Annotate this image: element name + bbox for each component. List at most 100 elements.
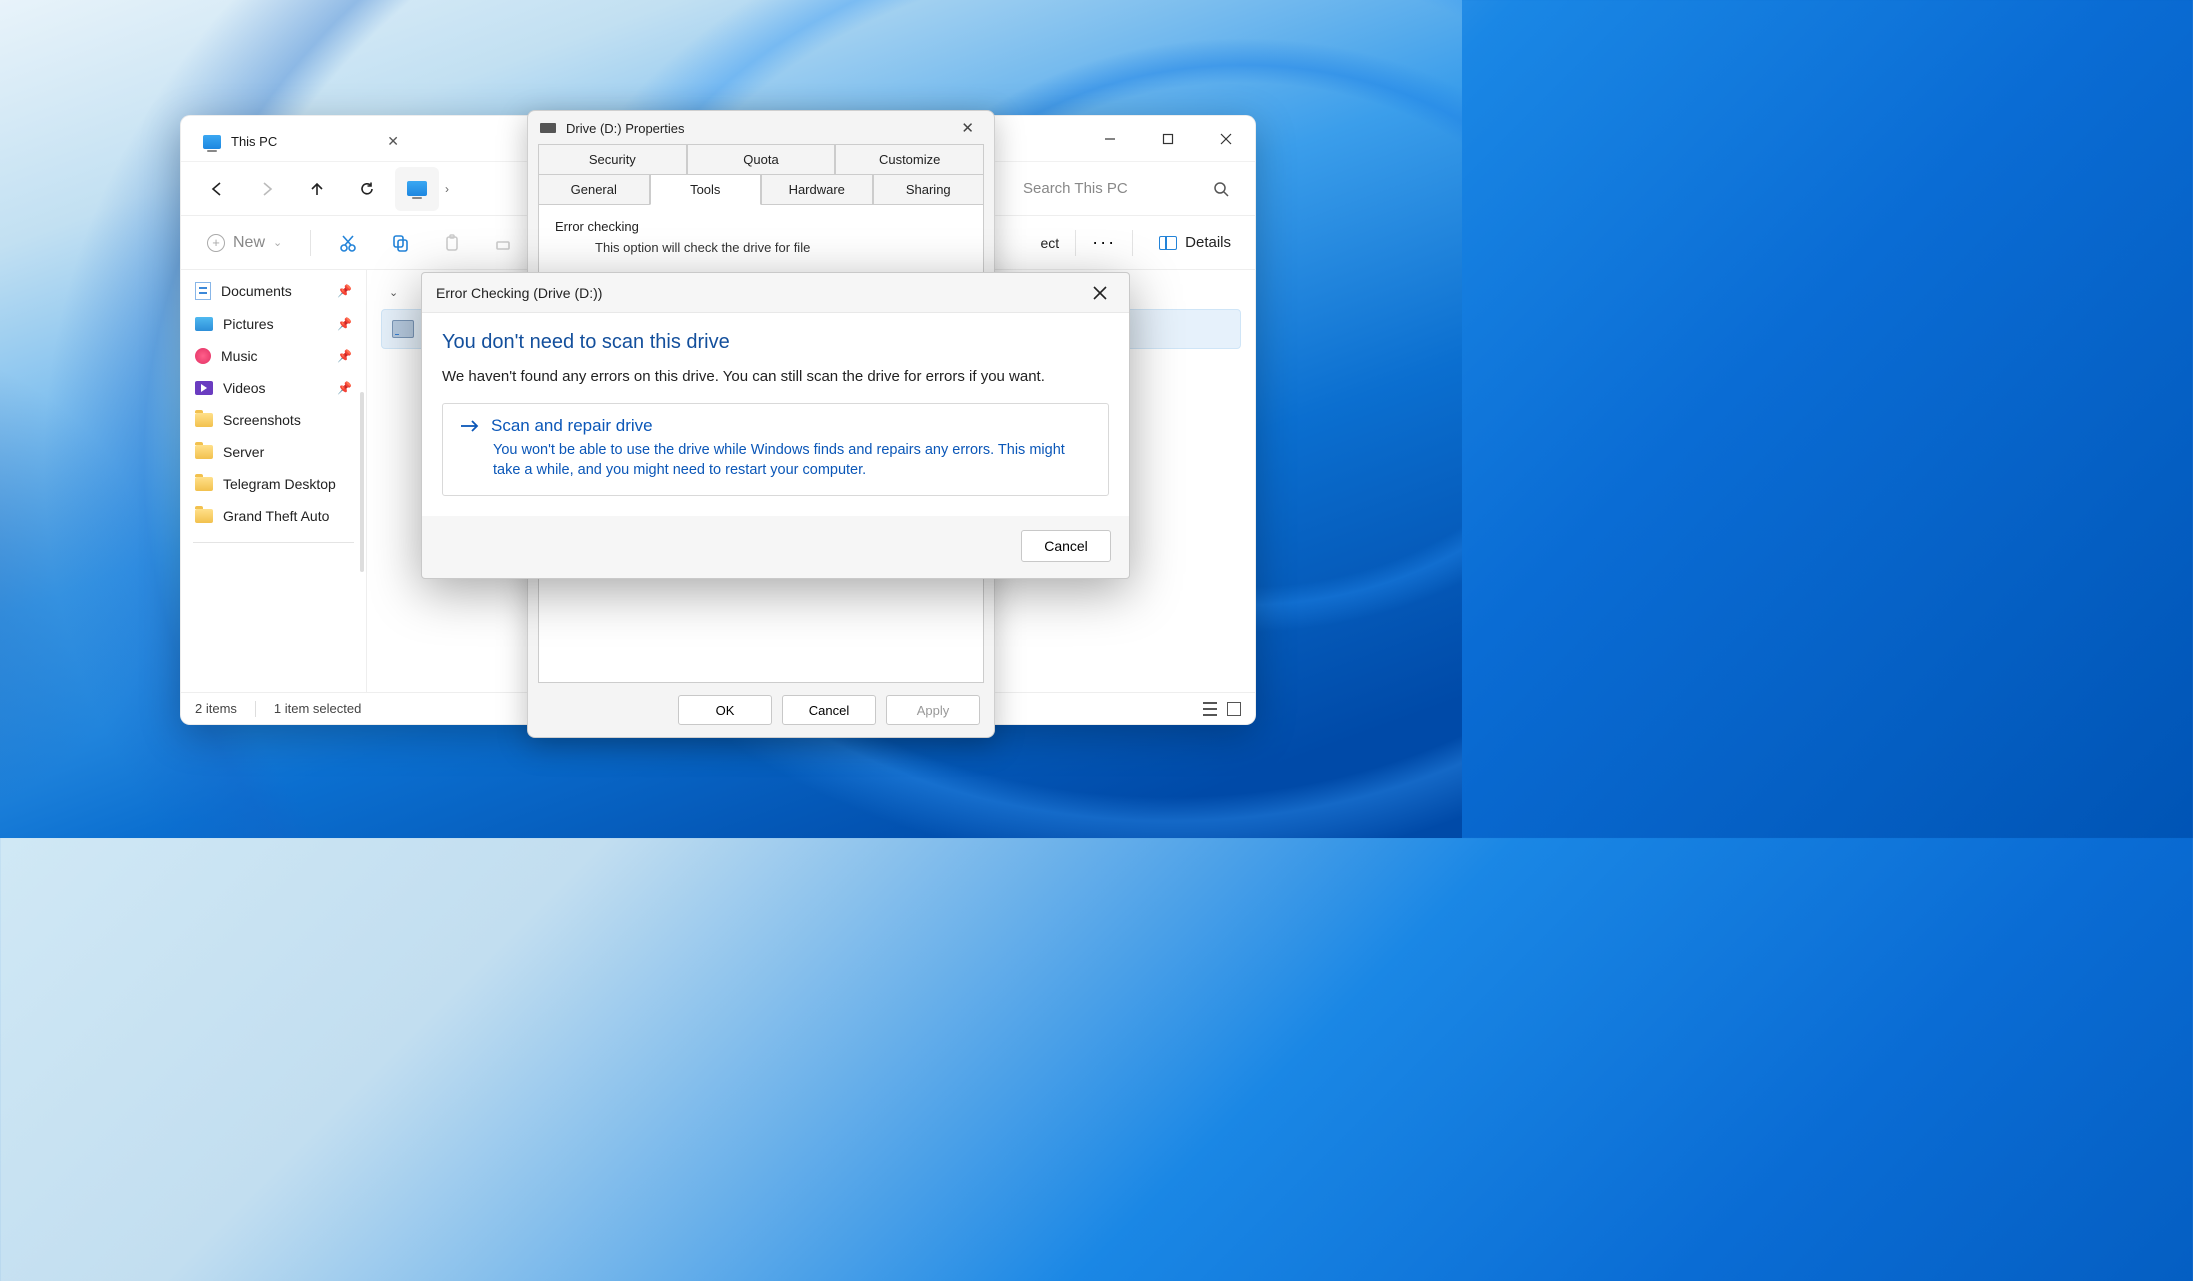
properties-ok-button[interactable]: OK bbox=[678, 695, 772, 725]
sidebar-item-label: Grand Theft Auto bbox=[223, 508, 329, 524]
pin-icon: 📌 bbox=[337, 349, 352, 363]
error-checking-section-title: Error checking bbox=[555, 219, 967, 234]
error-dialog-close-button[interactable] bbox=[1085, 282, 1115, 304]
eject-button[interactable]: ect bbox=[1040, 235, 1059, 251]
tab-security[interactable]: Security bbox=[538, 144, 687, 175]
new-button[interactable]: + New ⌄ bbox=[195, 228, 294, 258]
icons-view-button[interactable] bbox=[1227, 702, 1241, 716]
forward-button[interactable] bbox=[245, 167, 289, 211]
plus-circle-icon: + bbox=[207, 234, 225, 252]
arrow-right-icon bbox=[459, 418, 481, 434]
details-pane-icon bbox=[1159, 236, 1177, 250]
search-placeholder: Search This PC bbox=[1023, 180, 1128, 197]
explorer-tab[interactable]: This PC ✕ bbox=[199, 126, 415, 158]
sidebar-item-videos[interactable]: Videos 📌 bbox=[181, 372, 366, 404]
tab-close-button[interactable]: ✕ bbox=[387, 133, 399, 150]
view-mode-controls bbox=[1203, 702, 1241, 716]
copy-button[interactable] bbox=[379, 222, 421, 264]
sidebar-item-label: Music bbox=[221, 348, 258, 364]
error-checking-dialog: Error Checking (Drive (D:)) You don't ne… bbox=[421, 272, 1130, 579]
refresh-button[interactable] bbox=[345, 167, 389, 211]
window-controls bbox=[1081, 116, 1255, 162]
tab-quota[interactable]: Quota bbox=[687, 144, 836, 175]
up-button[interactable] bbox=[295, 167, 339, 211]
chevron-right-icon[interactable]: › bbox=[445, 182, 449, 196]
cut-button[interactable] bbox=[327, 222, 369, 264]
error-dialog-titlebar: Error Checking (Drive (D:)) bbox=[422, 273, 1129, 313]
drive-icon bbox=[392, 320, 414, 338]
properties-title: Drive (D:) Properties bbox=[566, 121, 684, 136]
pin-icon: 📌 bbox=[337, 381, 352, 395]
minimize-button[interactable] bbox=[1081, 116, 1139, 162]
sidebar-item-server[interactable]: Server bbox=[181, 436, 366, 468]
search-icon[interactable] bbox=[1213, 181, 1229, 197]
chevron-down-icon: ⌄ bbox=[273, 236, 282, 249]
error-dialog-cancel-button[interactable]: Cancel bbox=[1021, 530, 1111, 562]
chevron-down-icon: ⌄ bbox=[389, 286, 398, 299]
tab-sharing[interactable]: Sharing bbox=[873, 174, 985, 205]
properties-close-button[interactable]: ✕ bbox=[953, 115, 982, 141]
rename-button[interactable] bbox=[483, 222, 525, 264]
folder-icon bbox=[195, 445, 213, 459]
divider bbox=[255, 701, 256, 717]
status-item-count: 2 items bbox=[195, 701, 237, 716]
sidebar-item-music[interactable]: Music 📌 bbox=[181, 340, 366, 372]
drive-icon bbox=[540, 123, 556, 133]
error-dialog-body: You don't need to scan this drive We hav… bbox=[422, 313, 1129, 516]
tab-customize[interactable]: Customize bbox=[835, 144, 984, 175]
error-dialog-heading: You don't need to scan this drive bbox=[442, 331, 1109, 354]
paste-button[interactable] bbox=[431, 222, 473, 264]
breadcrumb-this-pc[interactable] bbox=[395, 167, 439, 211]
new-label: New bbox=[233, 234, 265, 252]
tab-tools[interactable]: Tools bbox=[650, 174, 762, 205]
sidebar-item-label: Documents bbox=[221, 283, 292, 299]
sidebar-item-label: Pictures bbox=[223, 316, 274, 332]
sidebar-item-label: Server bbox=[223, 444, 264, 460]
pin-icon: 📌 bbox=[337, 284, 352, 298]
properties-buttons: OK Cancel Apply bbox=[528, 683, 994, 737]
sidebar-item-label: Telegram Desktop bbox=[223, 476, 336, 492]
music-icon bbox=[195, 348, 211, 364]
tab-hardware[interactable]: Hardware bbox=[761, 174, 873, 205]
navigation-sidebar: Documents 📌 Pictures 📌 Music 📌 Videos 📌 bbox=[181, 270, 367, 692]
tab-general[interactable]: General bbox=[538, 174, 650, 205]
scan-repair-description: You won't be able to use the drive while… bbox=[459, 440, 1092, 481]
back-button[interactable] bbox=[195, 167, 239, 211]
sidebar-divider bbox=[193, 542, 354, 543]
sidebar-scrollbar[interactable] bbox=[360, 392, 364, 572]
sidebar-item-label: Screenshots bbox=[223, 412, 301, 428]
sidebar-item-gta[interactable]: Grand Theft Auto bbox=[181, 500, 366, 532]
close-window-button[interactable] bbox=[1197, 116, 1255, 162]
details-pane-button[interactable]: Details bbox=[1149, 228, 1241, 257]
properties-cancel-button[interactable]: Cancel bbox=[782, 695, 876, 725]
pictures-icon bbox=[195, 317, 213, 331]
divider bbox=[310, 230, 311, 256]
error-checking-description: This option will check the drive for fil… bbox=[555, 240, 967, 255]
search-box[interactable]: Search This PC bbox=[1011, 171, 1241, 207]
sidebar-item-telegram[interactable]: Telegram Desktop bbox=[181, 468, 366, 500]
scan-and-repair-option[interactable]: Scan and repair drive You won't be able … bbox=[442, 403, 1109, 496]
tab-title: This PC bbox=[231, 134, 277, 149]
properties-apply-button[interactable]: Apply bbox=[886, 695, 980, 725]
properties-titlebar: Drive (D:) Properties ✕ bbox=[528, 111, 994, 145]
error-dialog-title: Error Checking (Drive (D:)) bbox=[436, 285, 602, 301]
sidebar-item-pictures[interactable]: Pictures 📌 bbox=[181, 308, 366, 340]
documents-icon bbox=[195, 282, 211, 300]
error-dialog-message: We haven't found any errors on this driv… bbox=[442, 368, 1109, 385]
divider bbox=[1075, 230, 1076, 256]
details-view-button[interactable] bbox=[1203, 702, 1217, 716]
status-selection: 1 item selected bbox=[274, 701, 361, 716]
more-button[interactable]: ··· bbox=[1092, 232, 1116, 253]
this-pc-icon bbox=[203, 135, 221, 149]
sidebar-item-label: Videos bbox=[223, 380, 266, 396]
properties-tabs: Security Quota Customize bbox=[528, 145, 994, 175]
maximize-button[interactable] bbox=[1139, 116, 1197, 162]
folder-icon bbox=[195, 509, 213, 523]
sidebar-item-screenshots[interactable]: Screenshots bbox=[181, 404, 366, 436]
pin-icon: 📌 bbox=[337, 317, 352, 331]
details-label: Details bbox=[1185, 234, 1231, 251]
this-pc-icon bbox=[407, 181, 427, 196]
sidebar-item-documents[interactable]: Documents 📌 bbox=[181, 274, 366, 308]
videos-icon bbox=[195, 381, 213, 395]
divider bbox=[1132, 230, 1133, 256]
